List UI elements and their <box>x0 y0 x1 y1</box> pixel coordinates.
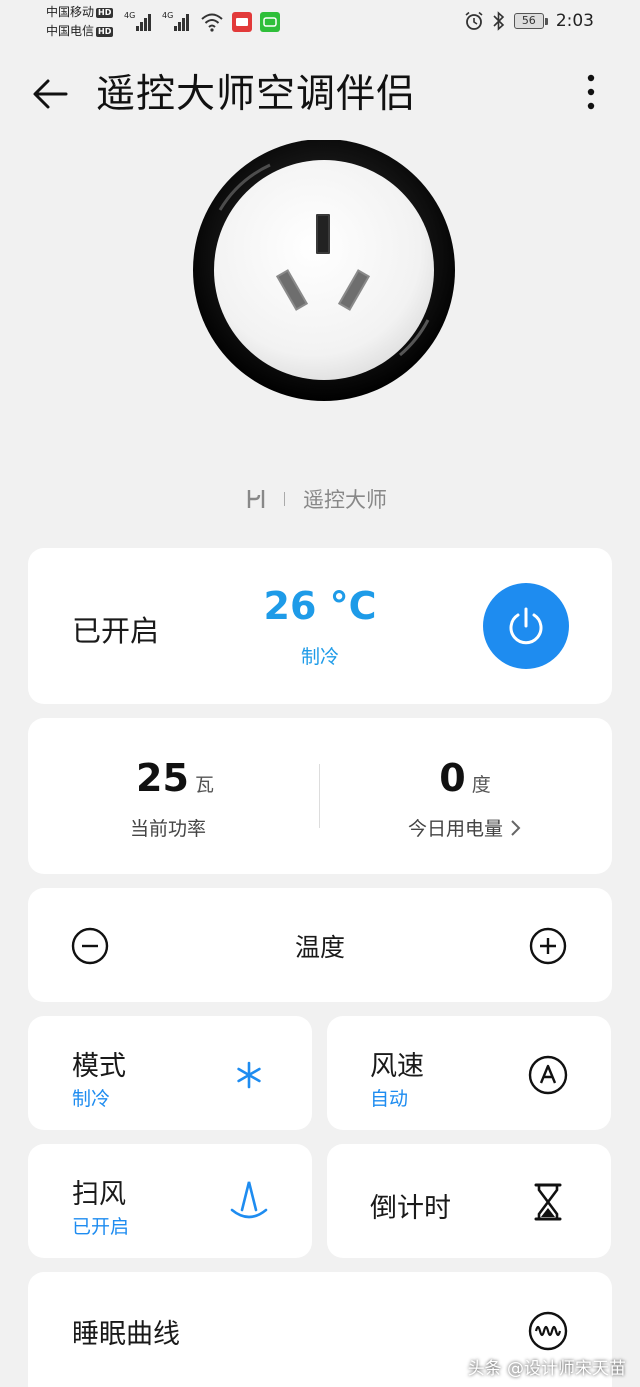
energy-label: 今日用电量 <box>407 818 503 840</box>
current-mode: 制冷 <box>300 646 339 668</box>
swing-title: 扫风 <box>72 1179 126 1210</box>
snowflake-icon <box>237 1061 261 1089</box>
power-unit: 瓦 <box>194 774 214 796</box>
page-title: 遥控大师空调伴侣 <box>96 72 417 117</box>
battery-level: 56 <box>513 13 544 29</box>
carrier-1: 中国移动 HD <box>46 5 114 19</box>
swing-value: 已开启 <box>72 1216 130 1238</box>
energy-link[interactable]: 今日用电量 <box>320 814 610 841</box>
wifi-icon <box>201 13 223 32</box>
hd-badge-1: HD <box>96 7 114 18</box>
app-notification-icon-1 <box>232 12 252 32</box>
app-notification-icon-2 <box>260 12 280 32</box>
signal-icon-2: 4G <box>162 11 189 31</box>
brand-name: 遥控大师 <box>303 488 387 512</box>
svg-text:4G: 4G <box>124 11 135 20</box>
clock: 2:03 <box>555 11 594 31</box>
battery-icon: 56 <box>513 13 548 29</box>
brand-separator <box>284 492 285 506</box>
svg-text:4G: 4G <box>162 11 173 20</box>
chevron-right-icon <box>511 820 521 836</box>
status-bar: 中国移动 HD 中国电信 HD 4G 4G 56 2:03 <box>0 0 640 44</box>
watermark: 头条 @设计师宋天苗 <box>467 1359 626 1379</box>
fan-speed-value: 自动 <box>370 1088 409 1110</box>
sleep-curve-title: 睡眠曲线 <box>72 1319 180 1350</box>
mode-value: 制冷 <box>72 1088 111 1110</box>
minus-circle-icon[interactable] <box>70 926 110 966</box>
power-button[interactable] <box>483 583 569 669</box>
more-options-icon[interactable] <box>574 72 608 112</box>
wave-icon <box>528 1311 568 1351</box>
temperature-label: 温度 <box>294 933 345 962</box>
mode-title: 模式 <box>72 1051 126 1082</box>
energy-value: 0 <box>439 756 466 800</box>
signal-icon-1: 4G <box>124 11 151 31</box>
energy-unit: 度 <box>471 774 491 796</box>
carrier-2-label: 中国电信 <box>46 24 95 38</box>
back-arrow-icon[interactable] <box>28 72 72 116</box>
brand-line: 遥控大师 <box>246 484 387 514</box>
power-stat: 25 瓦 <box>30 756 320 800</box>
auto-a-icon <box>528 1055 568 1095</box>
power-label: 当前功率 <box>129 818 206 840</box>
power-icon <box>509 607 543 645</box>
hd-badge-2: HD <box>96 26 114 37</box>
plus-circle-icon[interactable] <box>528 926 568 966</box>
timer-title: 倒计时 <box>370 1193 451 1224</box>
power-value: 25 <box>136 756 189 800</box>
alarm-icon <box>465 11 483 30</box>
brand-logo-icon <box>247 490 265 508</box>
fan-speed-title: 风速 <box>370 1051 424 1082</box>
mode-tile[interactable] <box>28 1016 312 1130</box>
network-icons: 4G 4G <box>124 10 280 32</box>
bluetooth-icon <box>493 11 504 31</box>
hourglass-icon <box>534 1183 562 1221</box>
status-right: 56 2:03 <box>464 11 594 31</box>
device-plug-image <box>193 140 455 401</box>
current-temperature: 26 °C <box>263 584 377 628</box>
energy-stat: 0度 <box>320 756 610 800</box>
carrier-2: 中国电信 HD <box>46 24 114 38</box>
swing-icon <box>230 1181 268 1219</box>
device-state: 已开启 <box>72 614 160 648</box>
carrier-1-label: 中国移动 <box>46 5 95 19</box>
